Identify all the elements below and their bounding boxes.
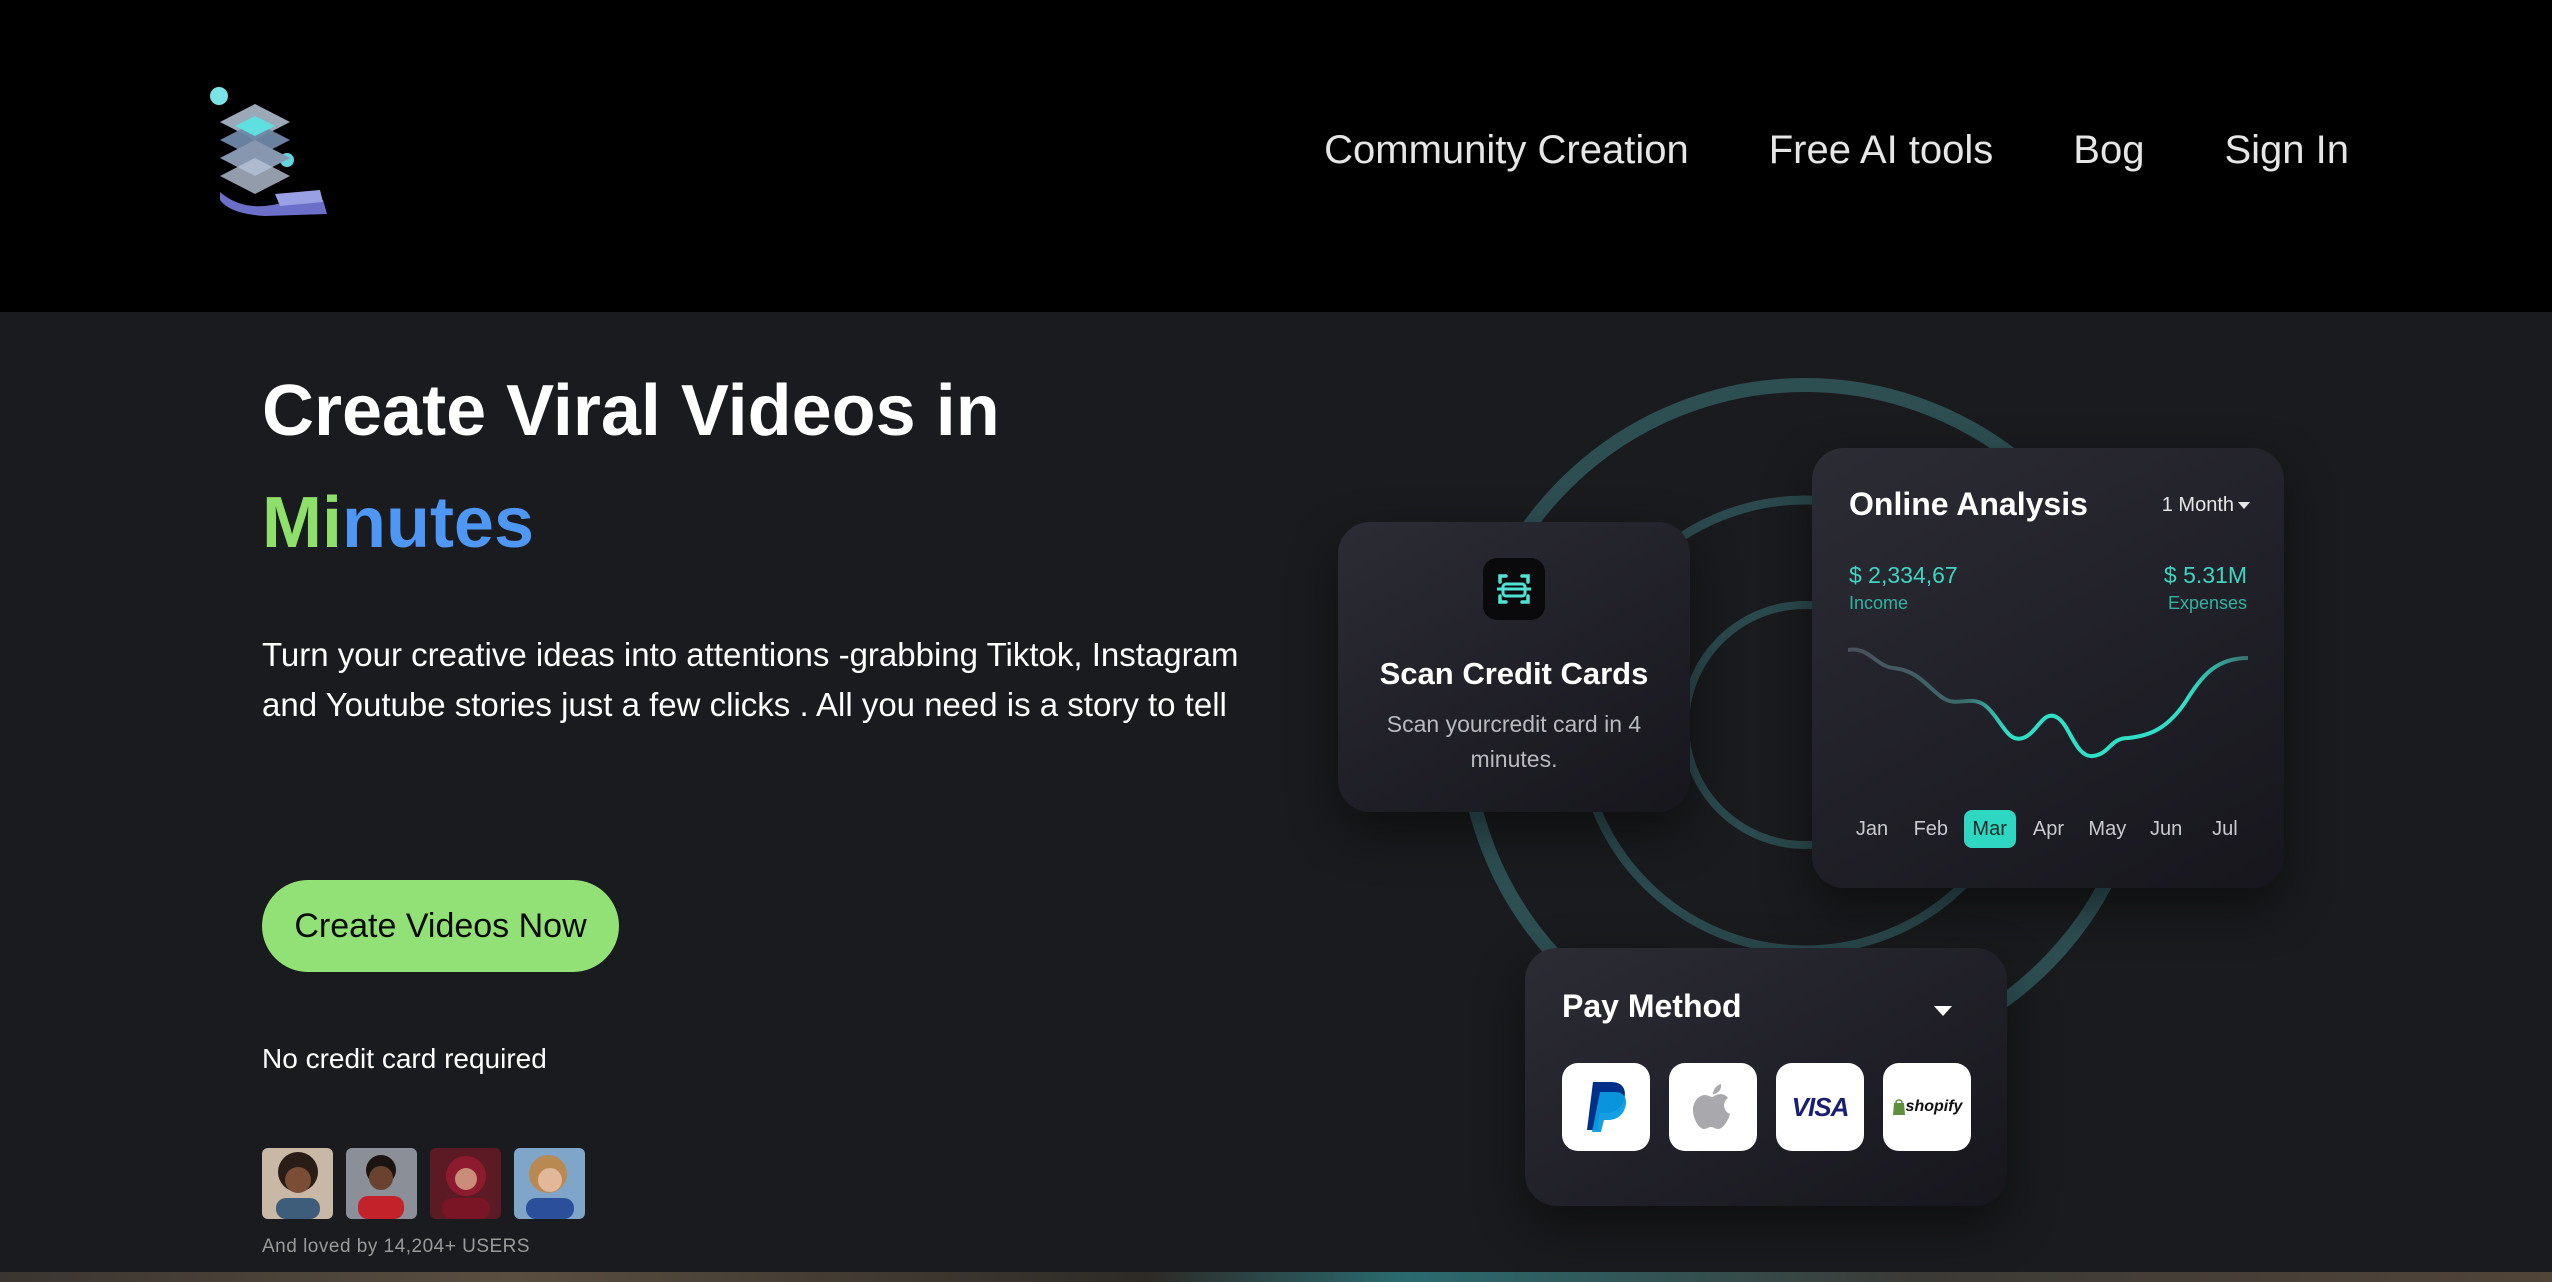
paypal-button[interactable] — [1562, 1063, 1650, 1151]
avatar — [430, 1148, 501, 1219]
bottom-image-strip — [0, 1272, 2552, 1282]
month-jul[interactable]: Jul — [2199, 810, 2251, 848]
avatar — [262, 1148, 333, 1219]
shopify-logo: shopify — [1905, 1098, 1963, 1115]
avatar — [346, 1148, 417, 1219]
analysis-title: Online Analysis — [1849, 486, 2088, 522]
avatar — [514, 1148, 585, 1219]
visa-logo: VISA — [1791, 1091, 1850, 1122]
analysis-line-chart — [1848, 647, 2248, 758]
online-analysis-card: Online Analysis 1 Month $ 2,334,67 Incom… — [1812, 448, 2284, 888]
month-may[interactable]: May — [2081, 810, 2133, 848]
paypal-icon — [1587, 1082, 1627, 1132]
hero-description: Turn your creative ideas into attentions… — [262, 636, 1239, 723]
top-navbar: Community Creation Free AI tools Bog Sig… — [0, 0, 2552, 312]
month-jan[interactable]: Jan — [1846, 810, 1898, 848]
shopify-bag-icon — [1892, 1099, 1905, 1115]
expense-value: $ 5.31M — [2163, 562, 2247, 588]
nav-link-community-creation[interactable]: Community Creation — [1324, 128, 1689, 173]
hero-title-accent-green: Mi — [262, 483, 342, 563]
loved-by-users-text: And loved by 14,204+ USERS — [262, 1236, 531, 1257]
apple-pay-button[interactable] — [1669, 1063, 1757, 1151]
shopify-button[interactable]: shopify — [1883, 1063, 1971, 1151]
income-stat: $ 2,334,67 Income — [1849, 562, 1958, 614]
month-mar[interactable]: Mar — [1963, 810, 2016, 848]
scan-credit-cards-card: Scan Credit Cards Scan yourcredit card i… — [1338, 522, 1690, 812]
create-videos-button[interactable]: Create Videos Now — [262, 880, 619, 972]
chevron-down-icon[interactable] — [1934, 1006, 1952, 1016]
hero-title-line1: Create Viral Videos in — [262, 371, 1000, 451]
income-value: $ 2,334,67 — [1849, 562, 1958, 588]
logo-icon[interactable] — [205, 82, 335, 217]
chevron-down-icon[interactable] — [2238, 502, 2250, 509]
nav-links: Community Creation Free AI tools Bog Sig… — [1324, 128, 2349, 173]
nav-link-free-ai-tools[interactable]: Free AI tools — [1769, 128, 1994, 173]
scan-card-subtitle: Scan yourcredit card in 4 minutes. — [1386, 711, 1642, 772]
user-avatars — [262, 1148, 585, 1219]
pay-method-card: Pay Method VISA shopify — [1525, 948, 2007, 1206]
pay-method-options: VISA shopify — [1562, 1063, 1971, 1151]
month-jun[interactable]: Jun — [2140, 810, 2192, 848]
pay-method-title: Pay Method — [1562, 988, 1742, 1024]
nav-link-blog[interactable]: Bog — [2073, 128, 2144, 173]
nav-link-sign-in[interactable]: Sign In — [2224, 128, 2349, 173]
scan-card-title: Scan Credit Cards — [1379, 656, 1649, 691]
scan-card-icon — [1483, 558, 1545, 620]
month-feb[interactable]: Feb — [1905, 810, 1957, 848]
hero-title-accent-blue: nutes — [341, 483, 535, 563]
apple-icon — [1693, 1084, 1730, 1129]
no-credit-card-note: No credit card required — [262, 1043, 547, 1074]
month-selector: Jan Feb Mar Apr May Jun Jul — [1846, 810, 2251, 848]
expense-stat: $ 5.31M Expenses — [2164, 562, 2247, 614]
period-dropdown[interactable]: 1 Month — [2162, 494, 2234, 517]
hero-title: Create Viral Videos in Minutes — [262, 355, 1000, 579]
month-apr[interactable]: Apr — [2022, 810, 2074, 848]
visa-button[interactable]: VISA — [1776, 1063, 1864, 1151]
expense-label: Expenses — [2167, 593, 2247, 613]
income-label: Income — [1849, 593, 1909, 613]
